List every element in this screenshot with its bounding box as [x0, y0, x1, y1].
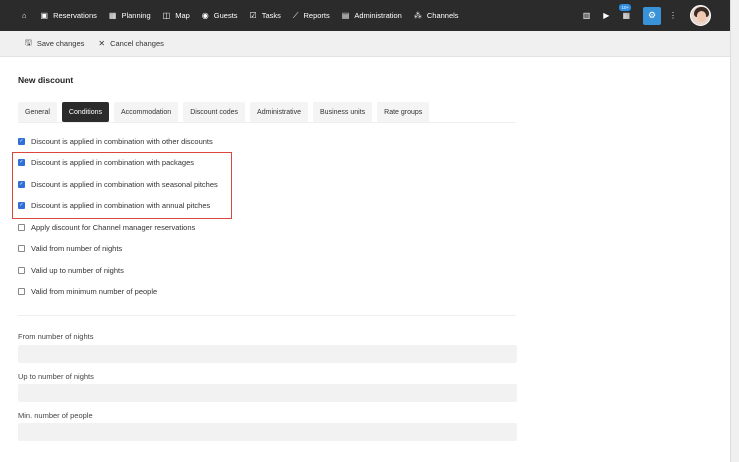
settings-gear-icon[interactable]: ⚙ — [643, 6, 661, 25]
checkbox[interactable] — [18, 245, 25, 252]
nav-item-tasks[interactable]: ☑ Tasks — [250, 0, 281, 31]
checkbox-label: Apply discount for Channel manager reser… — [31, 223, 196, 232]
reservations-icon: ▣ — [40, 11, 49, 20]
guests-icon: ◉ — [201, 11, 209, 20]
nav-item-guests[interactable]: ◉ Guests — [202, 0, 238, 31]
map-icon: ◫ — [162, 11, 171, 20]
tasks-icon: ☑ — [249, 11, 257, 20]
min-people-label: Min. number of people — [18, 411, 93, 420]
checkbox-row[interactable]: Valid from number of nights — [18, 244, 122, 253]
nav-item-administration[interactable]: ▤ Administration — [342, 0, 402, 31]
tab-discount-codes[interactable]: Discount codes — [183, 102, 246, 122]
calendar-icon: ▦ — [108, 11, 117, 20]
nav-item-label: Guests — [213, 11, 238, 20]
up-to-nights-input[interactable] — [18, 384, 517, 402]
notifications-icon[interactable]: ▦ 10+ — [619, 4, 632, 20]
scrollbar[interactable] — [730, 0, 739, 462]
from-nights-input[interactable] — [18, 345, 517, 363]
min-people-input[interactable] — [18, 423, 517, 441]
tab-bar: General Conditions Accommodation Discoun… — [18, 102, 434, 122]
save-changes-label: Save changes — [36, 39, 85, 48]
checkbox[interactable] — [18, 267, 25, 274]
from-nights-label: From number of nights — [18, 332, 94, 341]
store-icon[interactable]: ▥ — [583, 11, 591, 20]
tab-general[interactable]: General — [18, 102, 57, 122]
checkbox-row[interactable]: Valid up to number of nights — [18, 266, 124, 275]
cancel-changes-button[interactable]: ✕ Cancel changes — [98, 39, 164, 48]
nav-item-label: Reports — [303, 11, 330, 20]
nav-item-label: Reservations — [53, 11, 97, 20]
save-icon: 🖫 — [25, 37, 32, 47]
highlight-box — [12, 152, 232, 219]
more-options-icon[interactable]: ⋮ — [669, 11, 677, 20]
up-to-nights-label: Up to number of nights — [18, 372, 94, 381]
cancel-changes-label: Cancel changes — [110, 39, 164, 48]
checkbox-label: Discount is applied in combination with … — [31, 137, 213, 146]
notification-badge: 10+ — [619, 4, 632, 11]
nav-item-planning[interactable]: ▦ Planning — [109, 0, 151, 31]
nav-item-label: Map — [175, 11, 190, 20]
checkbox-label: Valid from number of nights — [31, 244, 123, 253]
tab-business-units[interactable]: Business units — [313, 102, 373, 122]
nav-item-map[interactable]: ◫ Map — [163, 0, 190, 31]
close-icon: ✕ — [98, 39, 106, 48]
checkbox[interactable] — [18, 288, 25, 295]
checkbox-label: Valid up to number of nights — [31, 266, 124, 275]
top-navigation-bar: ⌂ ▣ Reservations ▦ Planning ◫ Map ◉ Guests ☑… — [0, 0, 730, 31]
save-changes-button[interactable]: 🖫 Save changes — [25, 37, 84, 51]
nav-item-label: Tasks — [261, 11, 281, 20]
reports-icon: ⟋ — [292, 10, 299, 20]
avatar[interactable] — [690, 5, 711, 26]
nav-item-reservations[interactable]: ▣ Reservations — [41, 0, 97, 31]
tab-accommodation[interactable]: Accommodation — [113, 102, 179, 122]
checkbox-row[interactable]: Valid from minimum number of people — [18, 287, 157, 296]
home-icon[interactable]: ⌂ — [22, 0, 27, 31]
section-divider — [18, 315, 516, 316]
checkbox-row[interactable]: ✓ Discount is applied in combination with… — [18, 137, 213, 146]
main-content: New discount General Conditions Accommod… — [0, 57, 730, 462]
channels-icon: ⁂ — [413, 11, 422, 20]
tab-underline — [18, 122, 516, 123]
checkbox-row[interactable]: Apply discount for Channel manager reser… — [18, 223, 195, 232]
nav-item-label: Channels — [426, 11, 459, 20]
tab-conditions[interactable]: Conditions — [61, 102, 109, 122]
checkbox-label: Valid from minimum number of people — [31, 287, 158, 296]
youtube-icon[interactable]: ▶ — [603, 11, 609, 20]
page-title: New discount — [18, 75, 74, 85]
administration-icon: ▤ — [341, 11, 350, 20]
nav-item-label: Administration — [354, 11, 402, 20]
checkbox[interactable] — [18, 224, 25, 231]
tab-administrative[interactable]: Administrative — [250, 102, 309, 122]
nav-right-group: ▥ ▶ ▦ 10+ ⚙ ⋮ — [583, 0, 730, 31]
checkbox[interactable]: ✓ — [18, 138, 25, 145]
nav-item-channels[interactable]: ⁂ Channels — [414, 0, 459, 31]
action-toolbar: 🖫 Save changes ✕ Cancel changes — [0, 31, 730, 57]
tab-rate-groups[interactable]: Rate groups — [377, 102, 430, 122]
nav-item-reports[interactable]: ⟋ Reports — [293, 0, 330, 31]
nav-item-label: Planning — [121, 11, 151, 20]
